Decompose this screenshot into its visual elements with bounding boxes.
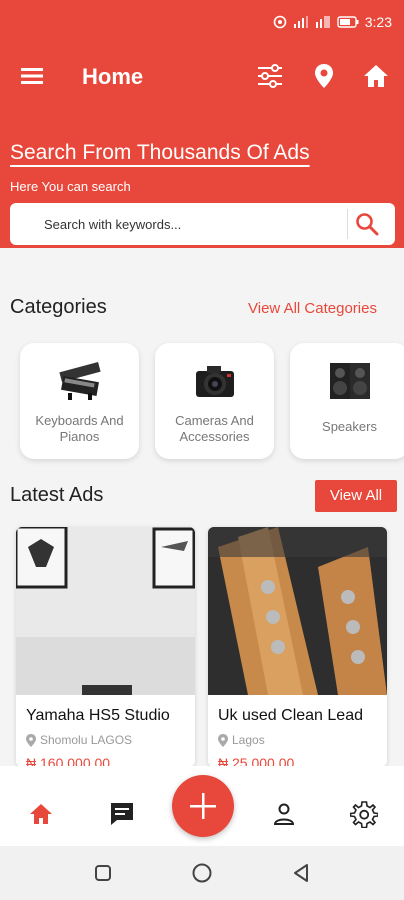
category-card-cameras[interactable]: Cameras And Accessories [155, 343, 274, 459]
camera-icon [196, 366, 234, 397]
header-background: 3:23 Home Search From Thousands Of Ads H… [0, 0, 404, 248]
search-input[interactable] [44, 213, 334, 235]
system-navigation-bar [0, 846, 404, 900]
ad-photo-studio [16, 527, 195, 695]
view-all-categories-link[interactable]: View All Categories [248, 300, 377, 317]
page-title: Home [82, 64, 144, 89]
location-pin-icon [26, 733, 36, 747]
status-icons: 3:23 [273, 14, 392, 30]
back-icon[interactable] [290, 862, 312, 884]
ad-card[interactable]: Uk used Clean Lead Lagos ₦ 25,000.00 [208, 527, 387, 767]
ad-title: Uk used Clean Lead [218, 707, 363, 724]
latest-ads-title: Latest Ads [10, 484, 104, 506]
search-header: Search From Thousands Of Ads Here You ca… [10, 141, 310, 194]
location-status-icon [273, 15, 287, 29]
ad-location-text: Lagos [232, 733, 265, 747]
keyboard-icon [59, 361, 101, 400]
search-subheading: Here You can search [10, 179, 131, 194]
location-pin-icon [218, 733, 228, 747]
ad-location-text: Shomolu LAGOS [40, 733, 133, 747]
recent-apps-icon[interactable] [92, 862, 114, 884]
clock: 3:23 [364, 14, 392, 30]
settings-icon[interactable] [350, 800, 378, 828]
home-icon[interactable] [27, 800, 55, 828]
ad-title: Yamaha HS5 Studio [26, 707, 170, 724]
chat-icon[interactable] [108, 800, 136, 828]
system-home-icon[interactable] [191, 862, 213, 884]
search-heading: Search From Thousands Of Ads [10, 141, 310, 164]
categories-title: Categories [10, 296, 107, 318]
add-button[interactable] [172, 775, 234, 837]
home-icon[interactable] [362, 62, 390, 90]
app-bar: Home [0, 44, 404, 108]
category-card-speakers[interactable]: Speakers [290, 343, 404, 459]
category-card-keyboards[interactable]: Keyboards And Pianos [20, 343, 139, 459]
ad-location: Lagos [218, 733, 265, 747]
search-icon[interactable] [354, 211, 380, 237]
profile-icon[interactable] [270, 800, 298, 828]
speaker-icon [330, 363, 370, 399]
status-bar: 3:23 [0, 0, 404, 44]
category-label: Cameras And Accessories [175, 413, 254, 444]
view-all-button[interactable]: View All [315, 480, 397, 512]
menu-icon[interactable] [20, 64, 44, 88]
filter-icon[interactable] [256, 62, 284, 90]
category-label: Speakers [322, 419, 377, 434]
category-label: Keyboards And Pianos [35, 413, 124, 444]
signal-icon [293, 16, 308, 28]
search-divider [347, 209, 348, 239]
signal-2-icon [315, 16, 330, 28]
search-box [10, 203, 395, 245]
location-icon[interactable] [310, 62, 338, 90]
battery-icon [337, 16, 359, 28]
ad-card[interactable]: Yamaha HS5 Studio Shomolu LAGOS ₦ 160,00… [16, 527, 195, 767]
ad-location: Shomolu LAGOS [26, 733, 132, 747]
add-icon [190, 793, 216, 819]
ad-photo-guitar [208, 527, 387, 695]
